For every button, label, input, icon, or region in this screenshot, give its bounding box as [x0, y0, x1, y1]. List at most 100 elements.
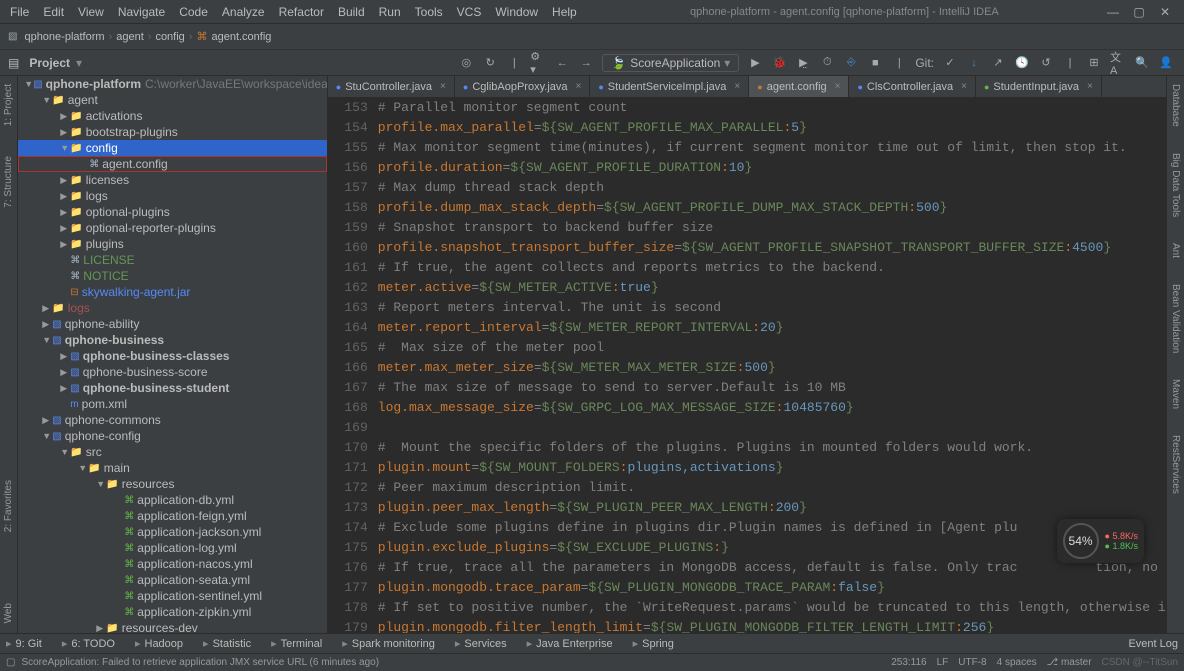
web-tab[interactable]: Web: [3, 603, 14, 623]
tree-item-application-sentinel-yml[interactable]: ⌘application-sentinel.yml: [18, 588, 326, 604]
debug-icon[interactable]: 🐞: [771, 55, 787, 71]
menu-run[interactable]: Run: [373, 3, 407, 21]
git-branch[interactable]: ⎇ master: [1047, 657, 1092, 668]
tree-item-optional-plugins[interactable]: ▶📁optional-plugins: [18, 204, 326, 220]
menu-file[interactable]: File: [4, 3, 35, 21]
menu-code[interactable]: Code: [173, 3, 214, 21]
tool-statistic[interactable]: ▸Statistic: [203, 637, 251, 650]
favorites-tab[interactable]: 2: Favorites: [3, 480, 14, 532]
forward-icon[interactable]: →: [578, 55, 594, 71]
menu-vcs[interactable]: VCS: [451, 3, 488, 21]
run-config-selector[interactable]: 🍃 ScoreApplication ▾: [602, 54, 739, 72]
bigdata-tab[interactable]: Big Data Tools: [1170, 153, 1181, 217]
ant-tab[interactable]: Ant: [1170, 243, 1181, 258]
tree-item-qphone-ability[interactable]: ▶▧qphone-ability: [18, 316, 326, 332]
tree-item-application-nacos-yml[interactable]: ⌘application-nacos.yml: [18, 556, 326, 572]
line-ending[interactable]: LF: [937, 657, 949, 668]
breadcrumb-item[interactable]: config: [155, 31, 184, 43]
status-icon[interactable]: ▢: [6, 657, 15, 668]
project-label[interactable]: Project: [23, 56, 76, 70]
tree-item-pom-xml[interactable]: mpom.xml: [18, 396, 326, 412]
tree-item-logs[interactable]: ▶📁logs: [18, 300, 326, 316]
menu-tools[interactable]: Tools: [409, 3, 449, 21]
tree-item-application-feign-yml[interactable]: ⌘application-feign.yml: [18, 508, 326, 524]
event-log[interactable]: Event Log: [1128, 638, 1178, 650]
menu-view[interactable]: View: [72, 3, 110, 21]
menu-analyze[interactable]: Analyze: [216, 3, 271, 21]
bean-tab[interactable]: Bean Validation: [1170, 284, 1181, 353]
tool-terminal[interactable]: ▸Terminal: [271, 637, 322, 650]
tab-ClsController-java[interactable]: ●ClsController.java×: [849, 76, 975, 97]
tree-item-application-zipkin-yml[interactable]: ⌘application-zipkin.yml: [18, 604, 326, 620]
tool-services[interactable]: ▸Services: [455, 637, 507, 650]
tree-item-licenses[interactable]: ▶📁licenses: [18, 172, 326, 188]
tree-item-NOTICE[interactable]: ⌘NOTICE: [18, 268, 326, 284]
rest-tab[interactable]: RestServices: [1170, 435, 1181, 494]
tool-sparkmonitoring[interactable]: ▸Spark monitoring: [342, 637, 435, 650]
maven-tab[interactable]: Maven: [1170, 379, 1181, 409]
tab-close-icon[interactable]: ×: [961, 81, 967, 92]
minimize-icon[interactable]: —: [1106, 5, 1120, 19]
tree-item-application-log-yml[interactable]: ⌘application-log.yml: [18, 540, 326, 556]
tool-javaenterprise[interactable]: ▸Java Enterprise: [527, 637, 613, 650]
search-icon[interactable]: 🔍: [1134, 55, 1150, 71]
tool-hadoop[interactable]: ▸Hadoop: [135, 637, 183, 650]
tab-StudentServiceImpl-java[interactable]: ●StudentServiceImpl.java×: [590, 76, 749, 97]
git-push-icon[interactable]: ↗: [990, 55, 1006, 71]
tree-item-bootstrap-plugins[interactable]: ▶📁bootstrap-plugins: [18, 124, 326, 140]
tab-close-icon[interactable]: ×: [734, 81, 740, 92]
tree-item-qphone-config[interactable]: ▼▧qphone-config: [18, 428, 326, 444]
git-update-icon[interactable]: ✓: [942, 55, 958, 71]
sync-icon[interactable]: ↻: [482, 55, 498, 71]
avatar-icon[interactable]: 👤: [1158, 55, 1174, 71]
run-icon[interactable]: ▶: [747, 55, 763, 71]
encoding[interactable]: UTF-8: [958, 657, 986, 668]
profile-icon[interactable]: ⏱: [819, 55, 835, 71]
project-tab[interactable]: 1: Project: [3, 84, 14, 126]
tool-6todo[interactable]: ▸6: TODO: [62, 637, 115, 650]
coverage-icon[interactable]: ▶̤: [795, 55, 811, 71]
maximize-icon[interactable]: ▢: [1132, 5, 1146, 19]
tool-spring[interactable]: ▸Spring: [633, 637, 674, 650]
tree-item-LICENSE[interactable]: ⌘LICENSE: [18, 252, 326, 268]
tab-close-icon[interactable]: ×: [576, 81, 582, 92]
tree-item-qphone-business-classes[interactable]: ▶▧qphone-business-classes: [18, 348, 326, 364]
tree-item-skywalking-agent-jar[interactable]: ⊟skywalking-agent.jar: [18, 284, 326, 300]
tab-close-icon[interactable]: ×: [1087, 81, 1093, 92]
tree-item-plugins[interactable]: ▶📁plugins: [18, 236, 326, 252]
project-tree[interactable]: ▼▧ qphone-platform C:\worker\JavaEE\work…: [18, 76, 327, 633]
close-icon[interactable]: ✕: [1158, 5, 1172, 19]
gear-icon[interactable]: ⚙ ▾: [530, 55, 546, 71]
translate-icon[interactable]: 文A: [1110, 55, 1126, 71]
tab-CglibAopProxy-java[interactable]: ●CglibAopProxy.java×: [455, 76, 590, 97]
tree-item-qphone-business-score[interactable]: ▶▧qphone-business-score: [18, 364, 326, 380]
tree-item-application-jackson-yml[interactable]: ⌘application-jackson.yml: [18, 524, 326, 540]
git-history-icon[interactable]: 🕓: [1014, 55, 1030, 71]
tree-item-agent-config[interactable]: ⌘agent.config: [18, 156, 326, 172]
tab-agent-config[interactable]: ●agent.config×: [749, 76, 849, 97]
menu-edit[interactable]: Edit: [37, 3, 70, 21]
tool-9git[interactable]: ▸9: Git: [6, 637, 42, 650]
breadcrumb-root[interactable]: qphone-platform: [24, 31, 104, 43]
target-icon[interactable]: ◎: [458, 55, 474, 71]
tab-StuController-java[interactable]: ●StuController.java×: [328, 76, 455, 97]
stop-icon[interactable]: ■: [867, 55, 883, 71]
tree-item-src[interactable]: ▼📁src: [18, 444, 326, 460]
menu-navigate[interactable]: Navigate: [112, 3, 171, 21]
tree-item-logs[interactable]: ▶📁logs: [18, 188, 326, 204]
tree-item-config[interactable]: ▼📁config: [18, 140, 326, 156]
tree-item-application-seata-yml[interactable]: ⌘application-seata.yml: [18, 572, 326, 588]
tree-item-main[interactable]: ▼📁main: [18, 460, 326, 476]
attach-icon[interactable]: ⎆: [843, 55, 859, 71]
tree-item-activations[interactable]: ▶📁activations: [18, 108, 326, 124]
dropdown-icon[interactable]: ▾: [76, 56, 82, 70]
structure-tab[interactable]: 7: Structure: [3, 156, 14, 208]
breadcrumb-item[interactable]: agent: [116, 31, 144, 43]
code-lines[interactable]: # Parallel monitor segment count profile…: [378, 98, 1166, 633]
tree-item-application-db-yml[interactable]: ⌘application-db.yml: [18, 492, 326, 508]
database-tab[interactable]: Database: [1170, 84, 1181, 127]
tree-item-optional-reporter-plugins[interactable]: ▶📁optional-reporter-plugins: [18, 220, 326, 236]
tree-item-resources[interactable]: ▼📁resources: [18, 476, 326, 492]
menu-build[interactable]: Build: [332, 3, 371, 21]
tree-item-agent[interactable]: ▼📁agent: [18, 92, 326, 108]
